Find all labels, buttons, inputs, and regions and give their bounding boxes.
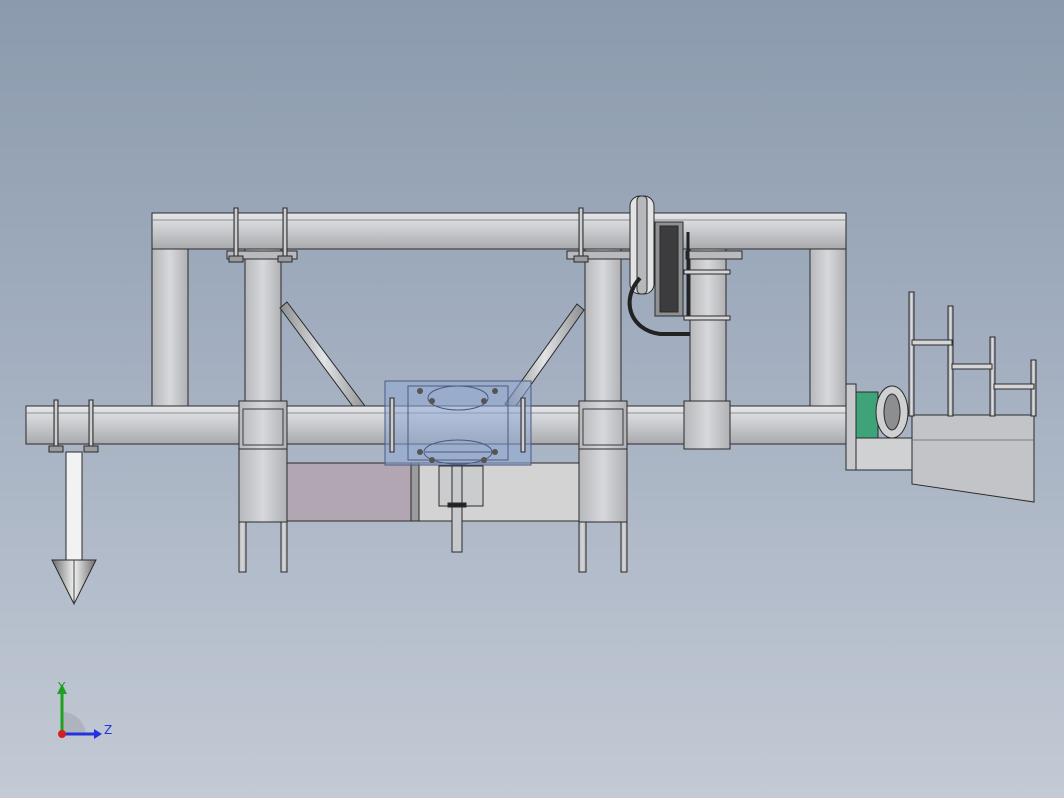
machine-frame-model[interactable]	[0, 0, 1064, 798]
gear-housing	[384, 380, 532, 466]
z-axis-label: Z	[104, 723, 112, 737]
tine	[51, 451, 97, 606]
lower-panels	[286, 462, 582, 522]
cad-viewport[interactable]: Y Z	[0, 0, 1064, 798]
hopper	[908, 291, 1037, 503]
drive-unit	[845, 383, 913, 471]
top-beam	[151, 212, 847, 250]
y-axis-label: Y	[57, 680, 66, 694]
x-axis-dot	[58, 730, 66, 738]
orientation-triad: Y Z	[57, 680, 112, 739]
